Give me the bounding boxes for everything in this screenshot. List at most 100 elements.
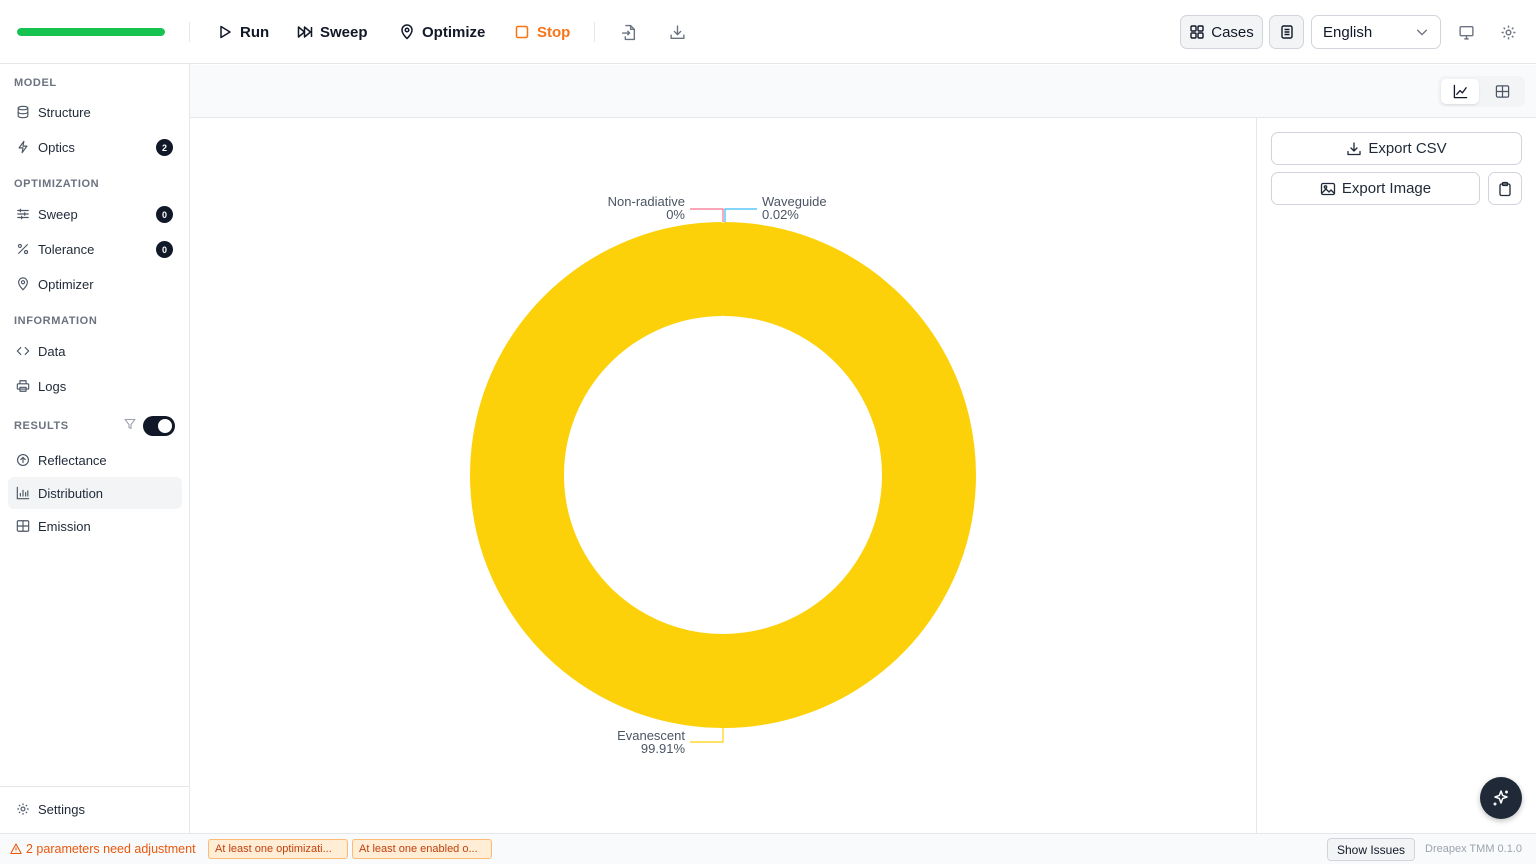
sidebar: MODEL Structure Optics 2 OPTIMIZATION Sw… — [0, 64, 190, 833]
progress-bar — [17, 28, 165, 36]
section-title-information: INFORMATION — [14, 315, 98, 327]
clipboard-icon — [1499, 181, 1511, 196]
leader-line-waveguide — [724, 208, 757, 222]
show-issues-button[interactable]: Show Issues — [1327, 838, 1415, 861]
issue-chip[interactable]: At least one enabled o... — [352, 839, 492, 859]
skip-forward-icon — [297, 26, 313, 38]
sliders-icon — [17, 208, 29, 220]
section-title-model: MODEL — [14, 77, 57, 89]
language-value: English — [1323, 23, 1373, 41]
export-csv-label: Export CSV — [1368, 140, 1447, 157]
sidebar-item-label: Optics — [38, 139, 75, 155]
optimize-button[interactable]: Optimize — [399, 18, 485, 46]
table-icon — [1495, 85, 1509, 98]
sweep-button[interactable]: Sweep — [297, 18, 368, 46]
sidebar-item-logs[interactable]: Logs — [8, 370, 182, 402]
section-title-optimization: OPTIMIZATION — [14, 178, 100, 190]
sparkle-icon — [1493, 790, 1508, 806]
document-icon — [1280, 25, 1293, 39]
sidebar-item-label: Tolerance — [38, 241, 95, 257]
app-version: Dreapex TMM 0.1.0 — [1425, 843, 1523, 855]
sidebar-item-label: Structure — [38, 104, 91, 120]
sidebar-item-label: Logs — [38, 378, 67, 394]
sidebar-item-label: Sweep — [38, 206, 78, 222]
sidebar-item-structure[interactable]: Structure — [8, 96, 182, 128]
export-panel: Export CSV Export Image — [1256, 118, 1536, 833]
copy-clipboard-button[interactable] — [1488, 172, 1522, 205]
percent-icon — [17, 243, 29, 255]
gear-icon — [17, 803, 29, 815]
sidebar-item-tolerance[interactable]: Tolerance 0 — [8, 233, 182, 265]
line-chart-icon — [1453, 84, 1467, 99]
gear-icon — [1501, 25, 1515, 39]
sidebar-item-data[interactable]: Data — [8, 335, 182, 367]
sidebar-item-reflectance[interactable]: Reflectance — [8, 444, 182, 476]
export-image-label: Export Image — [1341, 180, 1432, 197]
ai-assistant-button[interactable] — [1480, 777, 1522, 819]
bar-chart-icon — [16, 486, 30, 500]
label-waveguide-value: 0.02% — [762, 207, 799, 222]
sidebar-item-settings[interactable]: Settings — [8, 793, 182, 825]
database-icon — [17, 105, 29, 119]
stop-label: Stop — [537, 23, 571, 41]
label-evanescent-value: 99.91% — [641, 741, 686, 756]
sidebar-item-label: Optimizer — [38, 276, 94, 292]
section-title-results: RESULTS — [14, 420, 69, 432]
download-icon — [1347, 141, 1361, 155]
parameter-warning[interactable]: 2 parameters need adjustment — [10, 842, 196, 856]
stop-button[interactable]: Stop — [514, 18, 570, 46]
warning-icon — [10, 843, 22, 855]
settings-button[interactable] — [1496, 20, 1520, 44]
chart-view-button[interactable] — [1441, 79, 1479, 104]
code-icon — [16, 346, 30, 356]
optimize-label: Optimize — [422, 23, 486, 41]
sidebar-item-label: Data — [38, 343, 66, 359]
donut-slice-evanescent[interactable] — [470, 222, 976, 728]
distribution-donut-chart: Non-radiative0%Waveguide0.02%Evanescent9… — [470, 194, 976, 756]
monitor-icon — [1458, 25, 1474, 40]
label-non-radiative-value: 0% — [666, 207, 685, 222]
download-button[interactable] — [665, 20, 689, 44]
run-button[interactable]: Run — [217, 18, 269, 46]
lightning-icon — [18, 140, 28, 154]
view-mode-toggle — [1438, 76, 1525, 107]
top-toolbar: Run Sweep Optimize Stop Cases English — [0, 0, 1536, 64]
sidebar-item-label: Settings — [38, 801, 85, 817]
import-button[interactable] — [616, 20, 640, 44]
export-image-button[interactable]: Export Image — [1271, 172, 1480, 205]
cases-label: Cases — [1211, 23, 1254, 41]
issue-chip[interactable]: At least one optimizati... — [208, 839, 348, 859]
image-icon — [1320, 182, 1336, 195]
view-toolbar — [190, 65, 1536, 118]
leader-line-non-radiative — [690, 208, 724, 222]
sidebar-item-sweep[interactable]: Sweep 0 — [8, 198, 182, 230]
notes-button[interactable] — [1269, 15, 1304, 49]
status-bar: 2 parameters need adjustment At least on… — [0, 833, 1536, 864]
chart-area: Non-radiative 0% Waveguide 0.02% Evanescent 9… — [190, 118, 1256, 833]
sidebar-item-optimizer[interactable]: Optimizer — [8, 268, 182, 300]
map-pin-icon — [18, 277, 28, 291]
sidebar-item-distribution[interactable]: Distribution — [8, 477, 182, 509]
sidebar-item-label: Distribution — [38, 485, 104, 501]
sidebar-item-emission[interactable]: Emission — [8, 510, 182, 542]
sidebar-item-label: Reflectance — [38, 452, 107, 468]
language-select[interactable]: English — [1311, 15, 1441, 49]
leader-line-evanescent — [690, 727, 724, 743]
results-toggle[interactable] — [143, 416, 175, 436]
sidebar-divider — [0, 786, 189, 787]
table-view-button[interactable] — [1483, 79, 1521, 104]
file-import-icon — [621, 24, 635, 40]
cases-button[interactable]: Cases — [1180, 15, 1263, 49]
sidebar-item-optics[interactable]: Optics 2 — [8, 131, 182, 163]
sweep-label: Sweep — [320, 23, 368, 41]
arrow-up-circle-icon — [17, 454, 29, 466]
export-csv-button[interactable]: Export CSV — [1271, 132, 1522, 165]
filter-icon[interactable] — [124, 418, 136, 430]
display-button[interactable] — [1454, 20, 1478, 44]
grid-icon — [1190, 25, 1204, 39]
count-badge: 0 — [156, 206, 173, 223]
run-label: Run — [240, 23, 270, 41]
count-badge: 2 — [156, 139, 173, 156]
sidebar-item-label: Emission — [38, 518, 91, 534]
toggle-knob — [158, 419, 172, 433]
